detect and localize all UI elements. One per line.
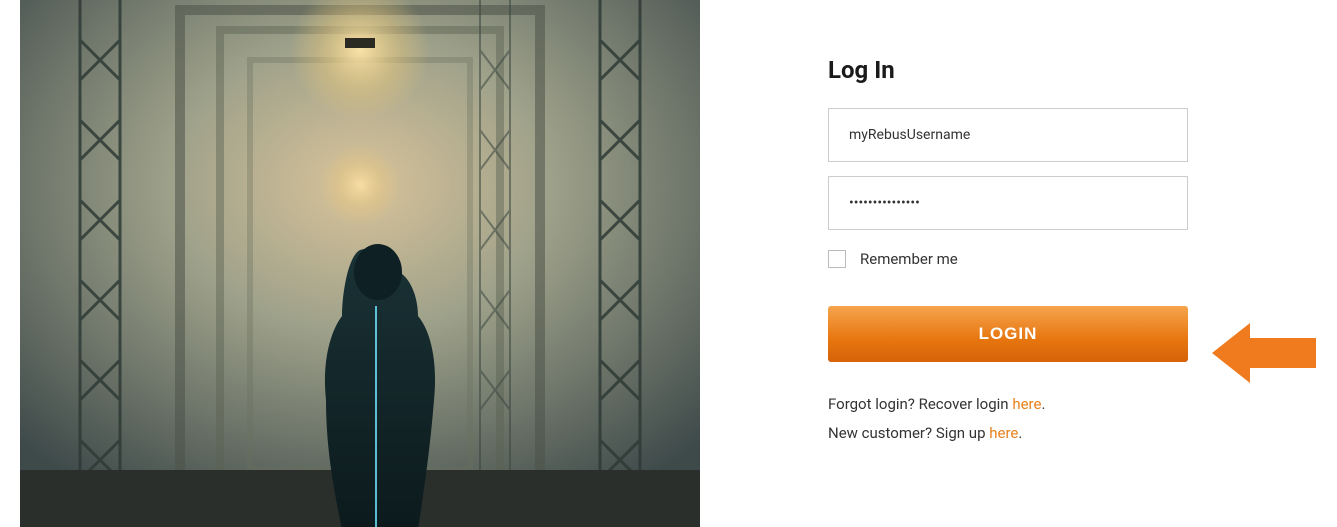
forgot-suffix: .: [1041, 395, 1045, 413]
login-title: Log In: [828, 56, 1337, 84]
login-button[interactable]: LOGIN: [828, 306, 1188, 362]
recover-login-link[interactable]: here: [1012, 395, 1041, 413]
signup-text: New customer? Sign up here.: [828, 419, 1188, 448]
login-panel: Log In Remember me LOGIN Forgot login? R…: [700, 0, 1337, 527]
remember-row: Remember me: [828, 250, 1188, 268]
username-input[interactable]: [828, 108, 1188, 162]
annotation-arrow-icon: [1212, 323, 1316, 383]
hero-image: [20, 0, 700, 527]
signup-prefix: New customer? Sign up: [828, 424, 989, 442]
forgot-prefix: Forgot login? Recover login: [828, 395, 1012, 413]
password-input[interactable]: [828, 176, 1188, 230]
help-text: Forgot login? Recover login here. New cu…: [828, 390, 1188, 447]
signup-link[interactable]: here: [989, 424, 1018, 442]
remember-label: Remember me: [860, 250, 958, 268]
login-form: Remember me LOGIN Forgot login? Recover …: [828, 108, 1188, 447]
signup-suffix: .: [1018, 424, 1022, 442]
remember-checkbox[interactable]: [828, 250, 846, 268]
forgot-login-text: Forgot login? Recover login here.: [828, 390, 1188, 419]
